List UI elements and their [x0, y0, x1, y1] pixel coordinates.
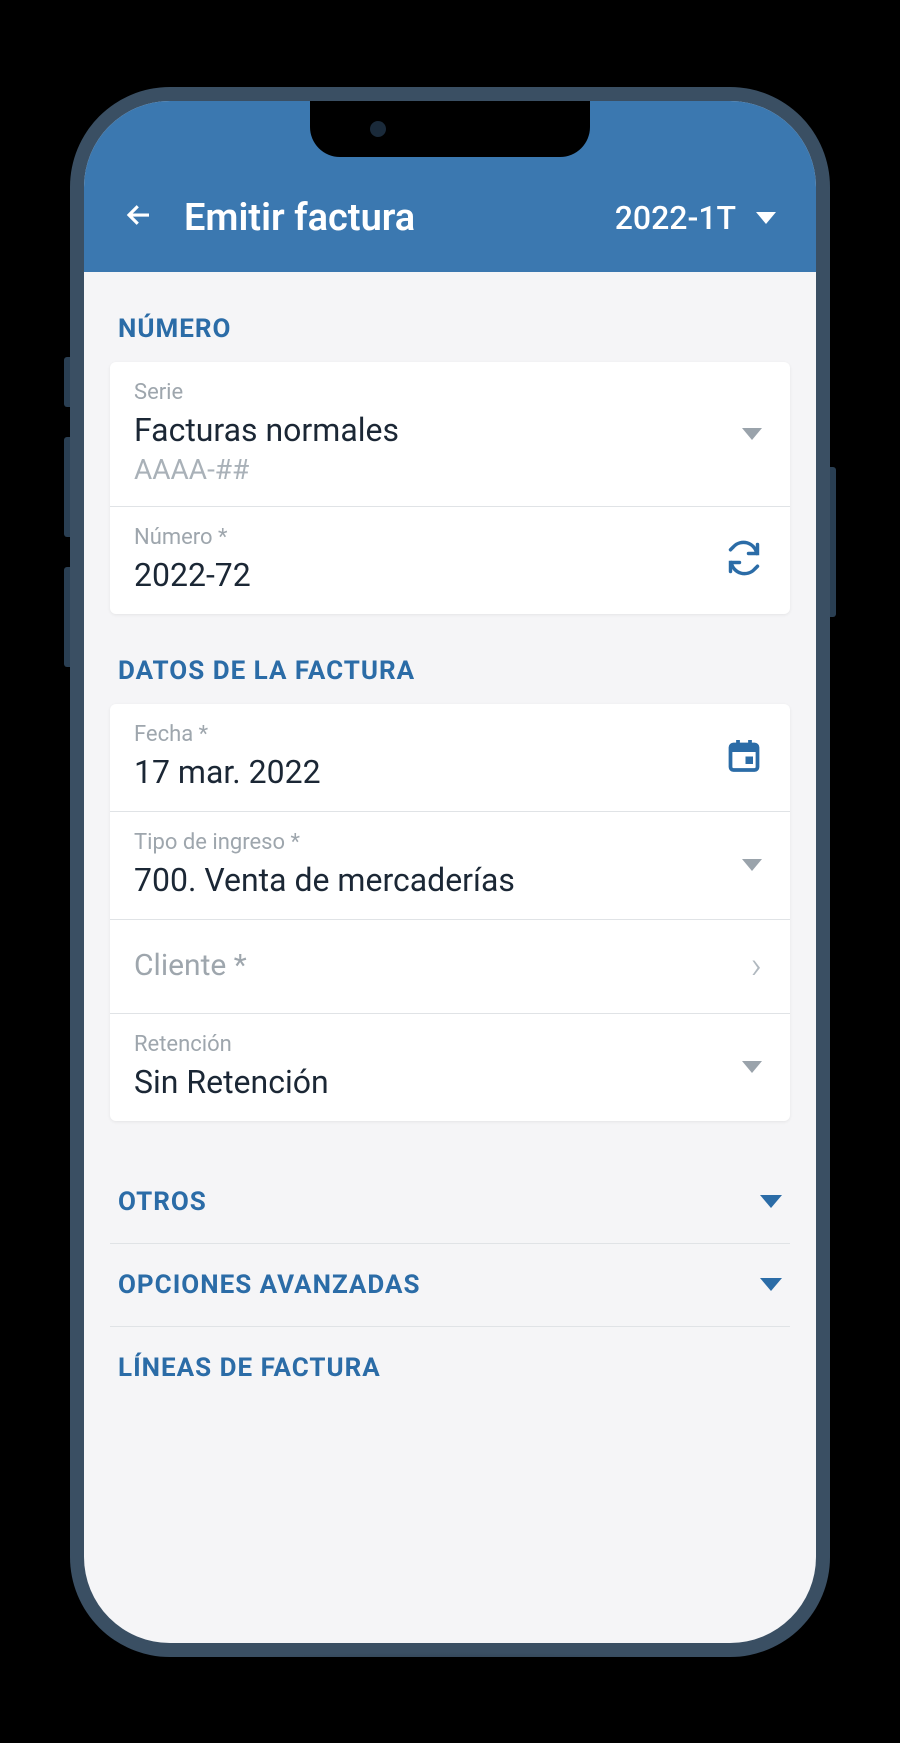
chevron-down-icon: [760, 1195, 782, 1208]
chevron-down-icon[interactable]: [756, 212, 776, 224]
retencion-label: Retención: [134, 1032, 766, 1057]
section-title-datos: DATOS DE LA FACTURA: [110, 614, 790, 704]
phone-shadow: [100, 1652, 800, 1692]
tipo-value: 700. Venta de mercaderías: [134, 861, 766, 899]
period-selector-label[interactable]: 2022-1T: [615, 199, 736, 237]
mute-switch: [64, 357, 70, 407]
chevron-down-icon: [760, 1278, 782, 1291]
lineas-title: LÍNEAS DE FACTURA: [118, 1353, 381, 1383]
otros-title: OTROS: [118, 1187, 207, 1217]
serie-hint: AAAA-##: [134, 453, 766, 486]
opciones-avanzadas-toggle[interactable]: OPCIONES AVANZADAS: [110, 1244, 790, 1327]
numero-field[interactable]: Número * 2022-72: [110, 506, 790, 614]
chevron-down-icon: [742, 428, 762, 440]
phone-screen: Emitir factura 2022-1T NÚMERO Serie Fact…: [84, 101, 816, 1643]
fecha-value: 17 mar. 2022: [134, 753, 766, 791]
volume-down-button: [64, 567, 70, 667]
numero-label: Número *: [134, 525, 766, 550]
chevron-right-icon: ›: [751, 944, 762, 988]
volume-up-button: [64, 437, 70, 537]
chevron-down-icon: [742, 1061, 762, 1073]
serie-label: Serie: [134, 380, 766, 405]
phone-frame: Emitir factura 2022-1T NÚMERO Serie Fact…: [70, 87, 830, 1657]
cliente-label: Cliente *: [134, 938, 766, 993]
side-buttons-left: [64, 357, 70, 697]
serie-value: Facturas normales: [134, 411, 766, 449]
fecha-field[interactable]: Fecha * 17 mar. 2022: [110, 704, 790, 811]
otros-section-toggle[interactable]: OTROS: [110, 1161, 790, 1244]
lineas-factura-section: LÍNEAS DE FACTURA: [110, 1327, 790, 1409]
side-buttons-right: [830, 467, 836, 617]
card-datos: Fecha * 17 mar. 2022 Tipo de ingreso *: [110, 704, 790, 1121]
retencion-field[interactable]: Retención Sin Retención: [110, 1013, 790, 1121]
retencion-value: Sin Retención: [134, 1063, 766, 1101]
opciones-title: OPCIONES AVANZADAS: [118, 1270, 421, 1300]
numero-value: 2022-72: [134, 556, 766, 594]
form-content: NÚMERO Serie Facturas normales AAAA-## N…: [84, 272, 816, 1409]
calendar-icon[interactable]: [726, 737, 762, 777]
fecha-label: Fecha *: [134, 722, 766, 747]
notch: [310, 101, 590, 157]
serie-field[interactable]: Serie Facturas normales AAAA-##: [110, 362, 790, 506]
tipo-ingreso-field[interactable]: Tipo de ingreso * 700. Venta de mercader…: [110, 811, 790, 919]
refresh-icon[interactable]: [726, 540, 762, 580]
power-button: [830, 467, 836, 617]
tipo-label: Tipo de ingreso *: [134, 830, 766, 855]
cliente-field[interactable]: Cliente * ›: [110, 919, 790, 1013]
chevron-down-icon: [742, 859, 762, 871]
header-title: Emitir factura: [184, 196, 615, 240]
card-numero: Serie Facturas normales AAAA-## Número *…: [110, 362, 790, 614]
section-title-numero: NÚMERO: [110, 272, 790, 362]
back-arrow-icon[interactable]: [124, 197, 154, 239]
